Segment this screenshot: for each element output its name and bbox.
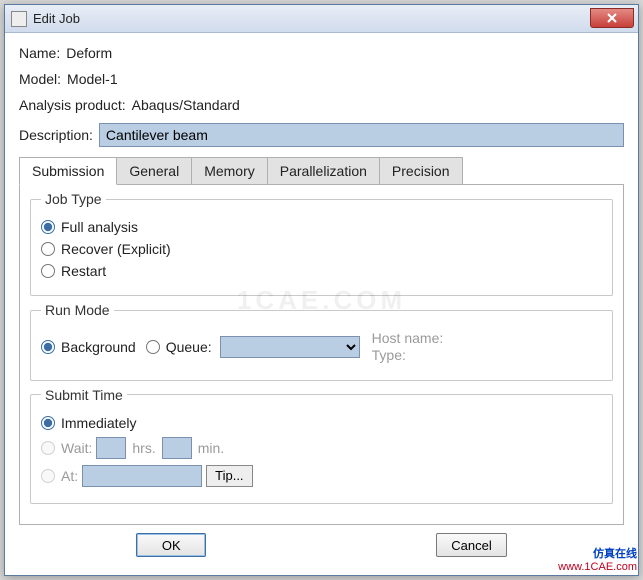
titlebar: Edit Job: [5, 5, 638, 33]
submit-at-row: At: Tip...: [41, 465, 602, 487]
submit-time-group: Submit Time Immediately Wait: hrs. min. …: [30, 387, 613, 504]
radio-wait-label: Wait:: [61, 440, 92, 456]
radio-wait: [41, 441, 55, 455]
radio-full-analysis[interactable]: [41, 220, 55, 234]
wait-hrs-input[interactable]: [96, 437, 126, 459]
radio-at: [41, 469, 55, 483]
run-mode-group: Run Mode Background Queue: Host name: Ty…: [30, 302, 613, 381]
job-type-group: Job Type Full analysis Recover (Explicit…: [30, 191, 613, 296]
queue-select[interactable]: [220, 336, 360, 358]
tab-precision[interactable]: Precision: [379, 157, 463, 185]
tab-bar: Submission General Memory Parallelizatio…: [19, 157, 624, 185]
radio-immediately[interactable]: [41, 416, 55, 430]
wait-hrs-label: hrs.: [132, 440, 155, 456]
product-label: Analysis product:: [19, 97, 126, 113]
run-mode-queue-row[interactable]: Queue:: [146, 339, 212, 355]
radio-background[interactable]: [41, 340, 55, 354]
tab-parallelization[interactable]: Parallelization: [267, 157, 380, 185]
submit-time-legend: Submit Time: [41, 387, 127, 403]
name-label: Name:: [19, 45, 60, 61]
job-type-legend: Job Type: [41, 191, 106, 207]
edit-job-dialog: Edit Job Name: Deform Model: Model-1 Ana…: [4, 4, 639, 576]
ok-button[interactable]: OK: [136, 533, 206, 557]
close-icon: [606, 13, 618, 23]
radio-background-label: Background: [61, 339, 136, 355]
window-title: Edit Job: [33, 11, 80, 26]
cancel-button[interactable]: Cancel: [436, 533, 506, 557]
tab-general[interactable]: General: [116, 157, 192, 185]
model-row: Model: Model-1: [19, 71, 624, 87]
submit-immediately-row[interactable]: Immediately: [41, 415, 602, 431]
radio-immediately-label: Immediately: [61, 415, 136, 431]
job-type-full-row[interactable]: Full analysis: [41, 219, 602, 235]
tab-memory[interactable]: Memory: [191, 157, 268, 185]
run-mode-inner: Background Queue: Host name: Type:: [41, 330, 602, 364]
wait-min-label: min.: [198, 440, 224, 456]
at-time-input[interactable]: [82, 465, 202, 487]
app-icon: [11, 11, 27, 27]
description-input[interactable]: [99, 123, 624, 147]
run-mode-legend: Run Mode: [41, 302, 114, 318]
radio-queue-label: Queue:: [166, 339, 212, 355]
tip-button[interactable]: Tip...: [206, 465, 252, 487]
host-name-label: Host name:: [372, 330, 444, 347]
type-label: Type:: [372, 347, 444, 364]
product-value: Abaqus/Standard: [132, 97, 240, 113]
radio-restart-label: Restart: [61, 263, 106, 279]
radio-full-analysis-label: Full analysis: [61, 219, 138, 235]
product-row: Analysis product: Abaqus/Standard: [19, 97, 624, 113]
close-button[interactable]: [590, 8, 634, 28]
radio-at-label: At:: [61, 468, 78, 484]
tab-panel-submission: Job Type Full analysis Recover (Explicit…: [19, 184, 624, 525]
wait-min-input[interactable]: [162, 437, 192, 459]
radio-queue[interactable]: [146, 340, 160, 354]
description-row: Description:: [19, 123, 624, 147]
job-type-recover-row[interactable]: Recover (Explicit): [41, 241, 602, 257]
radio-recover[interactable]: [41, 242, 55, 256]
submit-wait-row: Wait: hrs. min.: [41, 437, 602, 459]
name-row: Name: Deform: [19, 45, 624, 61]
run-mode-background-row[interactable]: Background: [41, 339, 136, 355]
job-type-restart-row[interactable]: Restart: [41, 263, 602, 279]
radio-recover-label: Recover (Explicit): [61, 241, 171, 257]
description-label: Description:: [19, 127, 93, 143]
name-value: Deform: [66, 45, 112, 61]
model-value: Model-1: [67, 71, 118, 87]
tab-submission[interactable]: Submission: [19, 157, 117, 185]
dialog-body: Name: Deform Model: Model-1 Analysis pro…: [5, 33, 638, 575]
dialog-footer: OK Cancel: [19, 525, 624, 567]
model-label: Model:: [19, 71, 61, 87]
radio-restart[interactable]: [41, 264, 55, 278]
run-mode-info: Host name: Type:: [372, 330, 444, 364]
